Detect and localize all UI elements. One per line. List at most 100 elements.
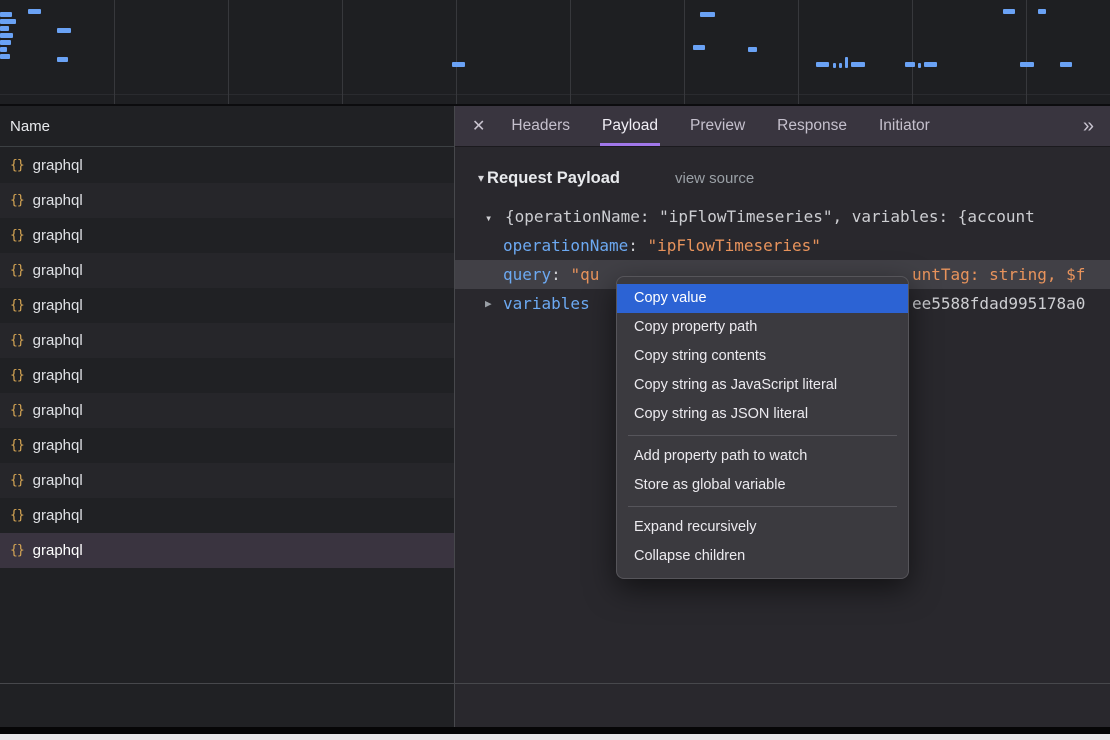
property-preview-end: ee5588fdad995178a0 (912, 289, 1085, 318)
grid-line (1026, 0, 1027, 104)
context-menu: Copy valueCopy property pathCopy string … (616, 276, 909, 579)
request-timing-bar (845, 57, 848, 68)
property-value-start: "qu (570, 265, 599, 284)
property-value: "ipFlowTimeseries" (648, 236, 821, 255)
request-timing-bar (57, 57, 68, 62)
menu-separator (628, 435, 897, 436)
request-timing-bar (1038, 9, 1046, 14)
request-row[interactable]: {} graphql (0, 393, 454, 428)
view-source-link[interactable]: view source (675, 170, 754, 187)
request-name: graphql (33, 332, 83, 349)
request-name: graphql (33, 472, 83, 489)
request-timing-bar (839, 63, 842, 68)
request-row[interactable]: {} graphql (0, 498, 454, 533)
request-name: graphql (33, 297, 83, 314)
grid-line (228, 0, 229, 104)
tab-payload[interactable]: Payload (602, 106, 658, 146)
request-name: graphql (33, 192, 83, 209)
collapse-caret-icon[interactable]: ▾ (478, 171, 484, 185)
menu-item-copy-property-path[interactable]: Copy property path (617, 313, 908, 342)
expand-caret-icon[interactable]: ▶ (485, 289, 492, 318)
tab-initiator[interactable]: Initiator (879, 106, 930, 146)
request-row[interactable]: {} graphql (0, 428, 454, 463)
expand-caret-icon[interactable]: ▾ (485, 204, 505, 231)
request-timing-bar (57, 28, 71, 33)
braces-icon: {} (10, 333, 24, 348)
menu-item-collapse-children[interactable]: Collapse children (617, 542, 908, 571)
grid-line (570, 0, 571, 104)
window-bottom-edge (0, 727, 1110, 734)
grid-line (114, 0, 115, 104)
request-row[interactable]: {} graphql (0, 253, 454, 288)
braces-icon: {} (10, 403, 24, 418)
grid-line (798, 0, 799, 104)
braces-icon: {} (10, 263, 24, 278)
request-row[interactable]: {}graphql (0, 288, 454, 323)
tab-headers[interactable]: Headers (511, 106, 570, 146)
request-timing-bar (0, 19, 16, 24)
request-row[interactable]: {} graphql (0, 323, 454, 358)
grid-line (342, 0, 343, 104)
request-timing-bar (1020, 62, 1034, 67)
name-column-header[interactable]: Name (0, 106, 454, 147)
request-timing-bar (905, 62, 915, 67)
payload-summary: {operationName: "ipFlowTimeseries", vari… (505, 207, 1035, 226)
request-timing-bar (0, 54, 10, 59)
request-timing-bar (693, 45, 705, 50)
page-background-edge (0, 734, 1110, 740)
panel-divider[interactable] (454, 106, 455, 727)
request-payload-section: ▾ Request Payload view source (478, 163, 754, 193)
menu-item-copy-string-as-json-literal[interactable]: Copy string as JSON literal (617, 400, 908, 429)
braces-icon: {} (10, 508, 24, 523)
request-name: graphql (33, 262, 83, 279)
property-value-end: untTag: string, $f (912, 260, 1085, 289)
grid-line (456, 0, 457, 104)
tab-response[interactable]: Response (777, 106, 847, 146)
network-overview[interactable] (0, 0, 1110, 106)
request-row[interactable]: {} graphql (0, 218, 454, 253)
request-timing-bar (700, 12, 715, 17)
close-icon[interactable]: ✕ (472, 116, 485, 136)
menu-item-expand-recursively[interactable]: Expand recursively (617, 513, 908, 542)
tab-preview[interactable]: Preview (690, 106, 745, 146)
request-row[interactable]: {} graphql (0, 463, 454, 498)
request-name: graphql (33, 542, 83, 559)
request-name: graphql (33, 367, 83, 384)
grid-line (912, 0, 913, 104)
braces-icon: {} (10, 158, 24, 173)
request-timing-bar (0, 47, 7, 52)
detail-tab-bar: ✕ Headers Payload Preview Response Initi… (455, 106, 1110, 147)
menu-item-copy-value[interactable]: Copy value (617, 284, 908, 313)
menu-item-store-as-global-variable[interactable]: Store as global variable (617, 471, 908, 500)
braces-icon: {} (10, 473, 24, 488)
request-timing-bar (28, 9, 41, 14)
request-list: {} graphql {} graphql {} graphql {} graphql {} gr… (0, 148, 454, 568)
request-name: graphql (33, 507, 83, 524)
payload-root-row[interactable]: ▾{operationName: "ipFlowTimeseries", var… (455, 202, 1110, 231)
braces-icon: {} (10, 543, 24, 558)
request-name: graphql (33, 437, 83, 454)
request-name: graphql (33, 227, 83, 244)
braces-icon: {} (10, 228, 24, 243)
request-timing-bar (851, 62, 865, 67)
request-row[interactable]: {}graphql (0, 358, 454, 393)
menu-item-copy-string-as-javascript-literal[interactable]: Copy string as JavaScript literal (617, 371, 908, 400)
braces-icon: {} (10, 438, 24, 453)
menu-item-copy-string-contents[interactable]: Copy string contents (617, 342, 908, 371)
request-timing-bar (452, 62, 465, 67)
property-key: query (503, 265, 551, 284)
payload-row-operationname[interactable]: operationName: "ipFlowTimeseries" (455, 231, 1110, 260)
request-timing-bar (918, 63, 921, 68)
request-row[interactable]: {} graphql (0, 533, 454, 568)
menu-item-add-property-path-to-watch[interactable]: Add property path to watch (617, 442, 908, 471)
braces-icon: {} (10, 193, 24, 208)
status-bar-divider (0, 683, 1110, 684)
property-key: operationName (503, 236, 628, 255)
request-timing-bar (0, 33, 13, 38)
property-key: variables (503, 294, 590, 313)
more-tabs-icon[interactable]: » (1083, 116, 1094, 136)
request-name: graphql (33, 402, 83, 419)
request-row[interactable]: {} graphql (0, 183, 454, 218)
request-row[interactable]: {}graphql (0, 148, 454, 183)
key-separator: : (551, 265, 570, 284)
